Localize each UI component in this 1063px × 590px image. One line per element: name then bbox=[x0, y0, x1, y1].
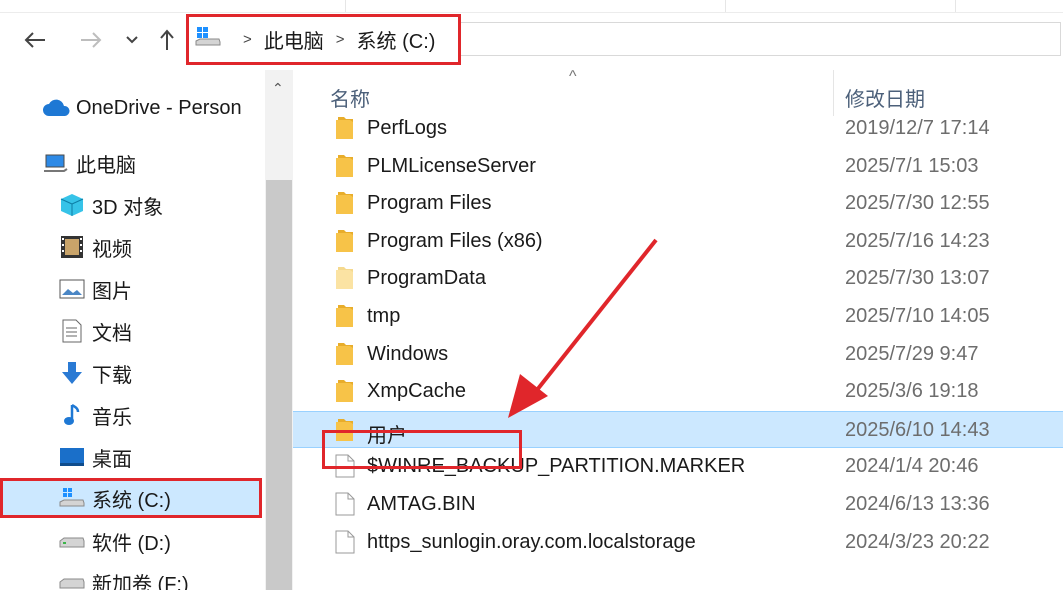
annotation-arrow bbox=[508, 238, 658, 418]
